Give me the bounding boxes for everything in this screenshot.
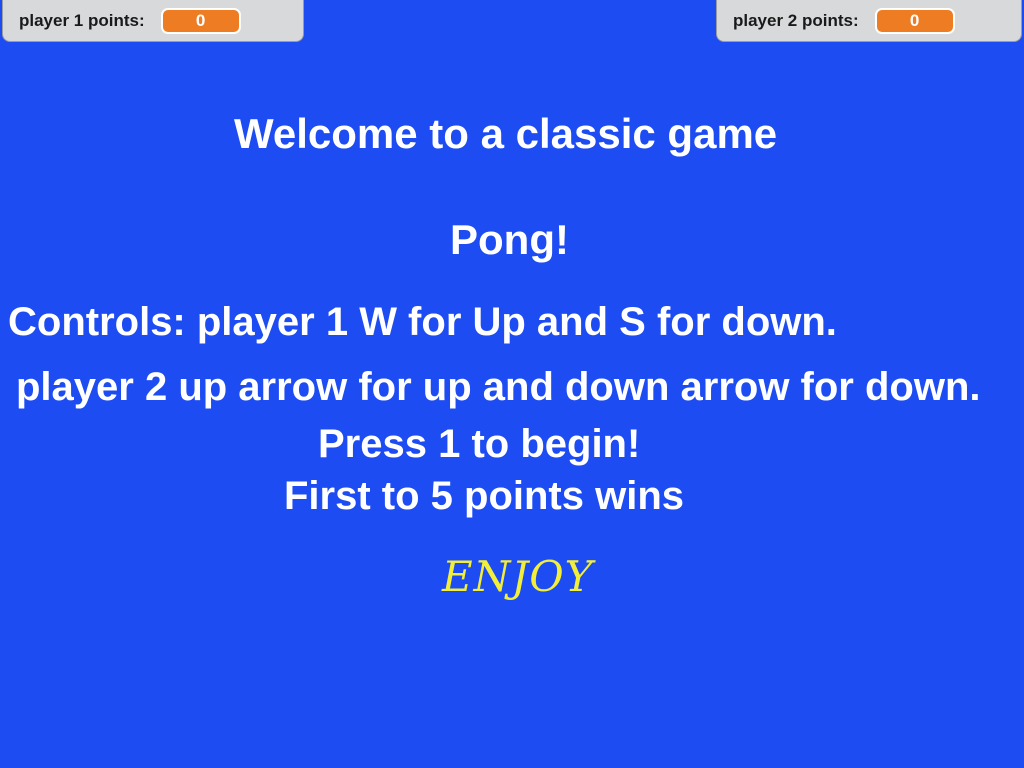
game-stage[interactable]: player 1 points: 0 player 2 points: 0 We…: [0, 0, 1024, 768]
game-name: Pong!: [450, 216, 569, 263]
player2-points-value: 0: [874, 7, 955, 34]
welcome-title: Welcome to a classic game: [234, 110, 778, 157]
controls-player2: player 2 up arrow for up and down arrow …: [16, 365, 981, 409]
enjoy-text: ENJOY: [442, 552, 594, 601]
player1-points-label: player 1 points:: [19, 10, 145, 30]
player1-points-monitor: player 1 points: 0: [2, 0, 304, 42]
start-instruction: Press 1 to begin!: [318, 422, 641, 466]
controls-player1: Controls: player 1 W for Up and S for do…: [8, 300, 837, 344]
player1-points-value: 0: [160, 7, 241, 34]
player2-points-label: player 2 points:: [733, 10, 859, 30]
player2-points-monitor: player 2 points: 0: [716, 0, 1022, 42]
win-condition: First to 5 points wins: [284, 474, 685, 518]
